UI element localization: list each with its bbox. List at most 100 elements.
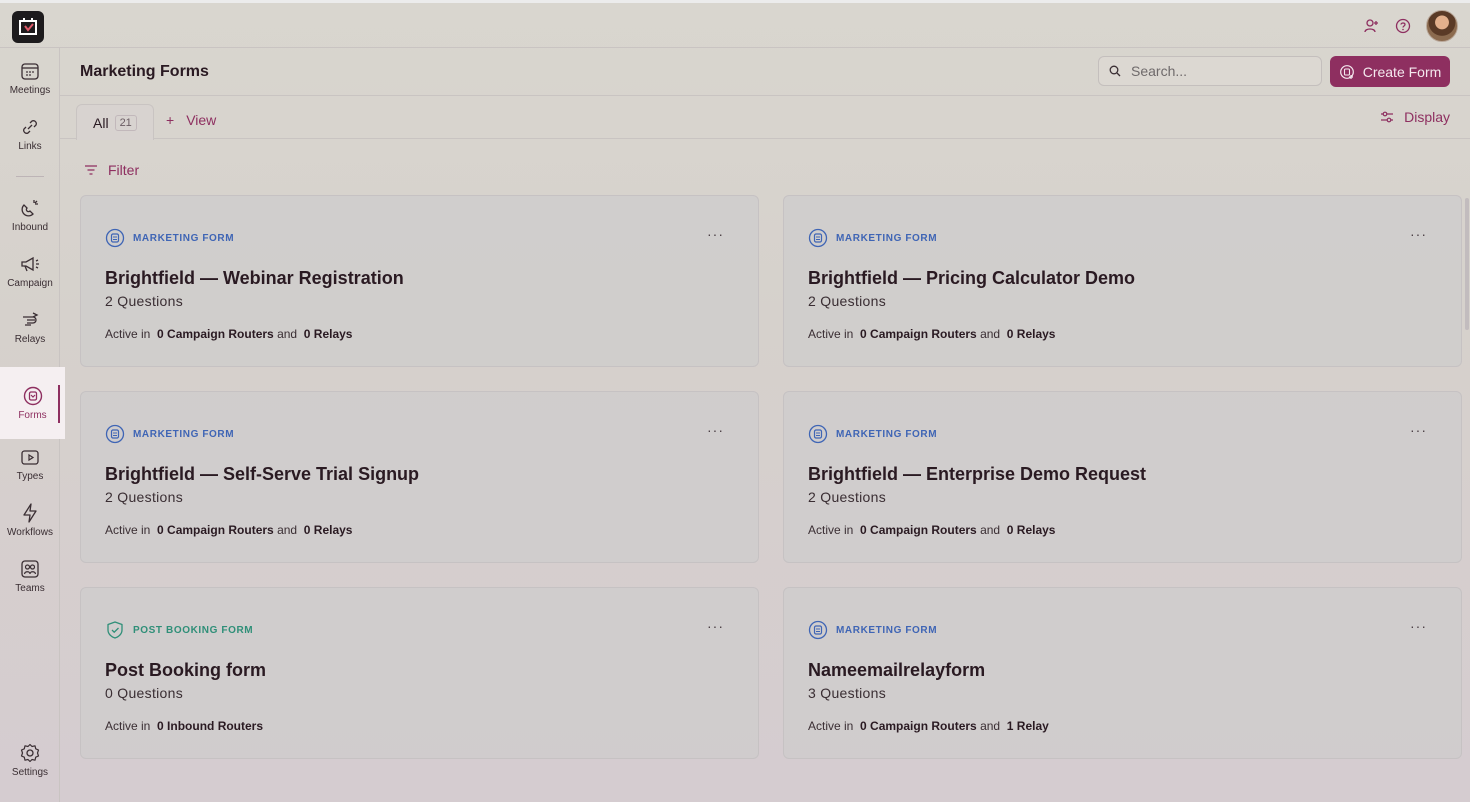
marketing-form-icon — [808, 228, 828, 248]
form-title[interactable]: Nameemailrelayform — [808, 660, 985, 681]
form-type-badge: MARKETING FORM — [808, 228, 937, 248]
form-question-count: 2 Questions — [808, 489, 887, 505]
form-type-badge: MARKETING FORM — [808, 424, 937, 444]
form-title[interactable]: Brightfield — Webinar Registration — [105, 268, 404, 289]
sidebar-item-label: Workflows — [7, 527, 53, 538]
routers-count: 0 Campaign Routers — [157, 523, 274, 537]
form-type-label: MARKETING FORM — [836, 232, 938, 244]
more-options-icon[interactable]: ··· — [1410, 226, 1427, 242]
form-card[interactable]: MARKETING FORM ··· Brightfield — Pricing… — [783, 195, 1462, 367]
more-options-icon[interactable]: ··· — [1410, 422, 1427, 438]
more-options-icon[interactable]: ··· — [707, 422, 724, 438]
add-view-label: View — [186, 112, 217, 128]
sidebar-item-links[interactable]: Links — [0, 106, 60, 162]
sidebar-item-label: Relays — [14, 334, 46, 345]
form-type-badge: MARKETING FORM — [105, 228, 234, 248]
plus-icon: + — [166, 112, 175, 128]
megaphone-icon — [21, 256, 39, 272]
sidebar-item-forms[interactable]: Forms — [0, 367, 65, 439]
active-prefix: Active in — [105, 523, 151, 537]
active-joiner: and — [980, 327, 1001, 341]
sidebar-item-inbound[interactable]: Inbound — [0, 187, 60, 243]
sidebar-item-label: Types — [16, 471, 44, 482]
create-form-button[interactable]: Create Form — [1330, 56, 1450, 87]
user-avatar[interactable] — [1426, 10, 1458, 42]
sidebar-item-teams[interactable]: Teams — [0, 548, 60, 604]
sidebar-item-label: Meetings — [9, 85, 51, 96]
tab-all[interactable]: All 21 — [76, 104, 154, 140]
active-prefix: Active in — [105, 719, 151, 733]
form-question-count: 2 Questions — [808, 293, 887, 309]
sidebar-item-workflows[interactable]: Workflows — [0, 492, 60, 548]
filter-button[interactable]: Filter — [84, 162, 139, 178]
tabs-bar: All 21 + View Display — [60, 96, 1470, 140]
filter-icon — [85, 165, 97, 175]
sidebar-item-types[interactable]: Types — [0, 436, 60, 492]
create-form-label: Create Form — [1362, 63, 1442, 80]
marketing-form-icon — [105, 424, 125, 444]
relays-count: 0 Relays — [303, 523, 353, 537]
relays-count: 0 Relays — [1006, 327, 1056, 341]
form-question-count: 2 Questions — [105, 293, 184, 309]
form-card[interactable]: MARKETING FORM ··· Nameemailrelayform 3 … — [783, 587, 1462, 759]
active-joiner: and — [277, 327, 298, 341]
form-title[interactable]: Brightfield — Pricing Calculator Demo — [808, 268, 1135, 289]
routers-count: 0 Campaign Routers — [860, 327, 977, 341]
relays-count: 0 Relays — [303, 327, 353, 341]
form-card[interactable]: MARKETING FORM ··· Brightfield — Webinar… — [80, 195, 759, 367]
lightning-icon — [23, 503, 37, 523]
add-user-icon[interactable] — [1362, 17, 1380, 35]
active-prefix: Active in — [808, 719, 854, 733]
add-view-button[interactable]: + View — [166, 112, 216, 128]
form-question-count: 2 Questions — [105, 489, 184, 505]
gear-icon — [20, 743, 40, 763]
help-icon[interactable] — [1394, 17, 1412, 35]
form-card[interactable]: MARKETING FORM ··· Brightfield — Self-Se… — [80, 391, 759, 563]
more-options-icon[interactable]: ··· — [1410, 618, 1427, 634]
search-box[interactable] — [1098, 56, 1322, 86]
sidebar-item-relays[interactable]: Relays — [0, 299, 60, 355]
form-active-in: Active in 0 Campaign Routers and 1 Relay — [808, 719, 1049, 733]
relay-icon — [23, 312, 39, 326]
form-title[interactable]: Post Booking form — [105, 660, 266, 681]
sidebar-item-label: Teams — [15, 583, 45, 594]
more-options-icon[interactable]: ··· — [707, 618, 724, 634]
active-prefix: Active in — [105, 327, 151, 341]
form-type-label: MARKETING FORM — [133, 232, 235, 244]
marketing-form-icon — [808, 424, 828, 444]
calendar-icon — [21, 63, 39, 80]
sidebar-item-settings[interactable]: Settings — [0, 732, 60, 788]
marketing-form-icon — [105, 228, 125, 248]
marketing-form-icon — [808, 620, 828, 640]
scrollbar-thumb[interactable] — [1465, 198, 1469, 330]
app-logo[interactable] — [12, 11, 44, 43]
active-joiner: and — [277, 523, 298, 537]
form-active-in: Active in 0 Inbound Routers — [105, 719, 263, 733]
sidebar-item-meetings[interactable]: Meetings — [0, 50, 60, 106]
form-card[interactable]: MARKETING FORM ··· Brightfield — Enterpr… — [783, 391, 1462, 563]
form-type-label: MARKETING FORM — [836, 624, 938, 636]
sidebar-item-campaign[interactable]: Campaign — [0, 243, 60, 299]
form-title[interactable]: Brightfield — Self-Serve Trial Signup — [105, 464, 419, 485]
form-active-in: Active in 0 Campaign Routers and 0 Relay… — [808, 523, 1055, 537]
tab-all-label: All — [93, 114, 109, 131]
form-type-badge: MARKETING FORM — [808, 620, 937, 640]
sliders-icon — [1381, 111, 1394, 123]
form-question-count: 3 Questions — [808, 685, 887, 701]
form-type-badge: MARKETING FORM — [105, 424, 234, 444]
relays-count: 0 Relays — [1006, 523, 1056, 537]
form-title[interactable]: Brightfield — Enterprise Demo Request — [808, 464, 1146, 485]
relays-count: 1 Relay — [1006, 719, 1049, 733]
search-input[interactable] — [1131, 63, 1301, 79]
active-joiner: and — [980, 523, 1001, 537]
routers-count: 0 Campaign Routers — [860, 719, 977, 733]
form-icon — [23, 386, 42, 406]
form-active-in: Active in 0 Campaign Routers and 0 Relay… — [105, 523, 352, 537]
sidebar-item-label: Campaign — [7, 278, 53, 289]
sidebar: Meetings Links Inbound Campaign Relays F… — [0, 48, 65, 802]
more-options-icon[interactable]: ··· — [707, 226, 724, 242]
display-button[interactable]: Display — [1380, 109, 1450, 125]
routers-count: 0 Campaign Routers — [860, 523, 977, 537]
form-card[interactable]: POST BOOKING FORM ··· Post Booking form … — [80, 587, 759, 759]
tab-all-count: 21 — [114, 114, 137, 131]
